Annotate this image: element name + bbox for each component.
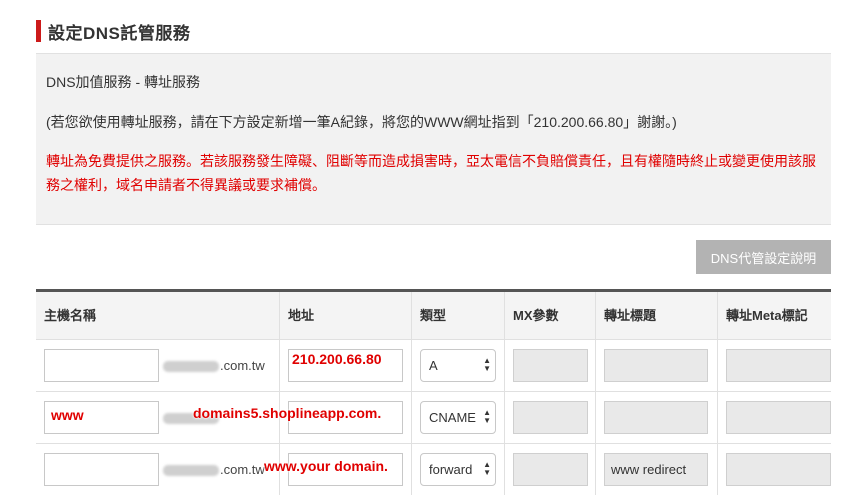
header-mx: MX參數	[505, 292, 596, 339]
section-title: 設定DNS託管服務	[36, 18, 190, 44]
blurred-domain	[163, 361, 219, 373]
info-service-name: DNS加值服務 - 轉址服務	[46, 74, 200, 90]
redirect-meta-input	[726, 401, 831, 434]
redirect-meta-input	[726, 349, 831, 382]
annotation-www: www	[51, 407, 84, 423]
title-accent-bar	[36, 20, 41, 42]
redirect-title-input: www redirect	[604, 453, 708, 486]
dns-help-button[interactable]: DNS代管設定說明	[696, 240, 831, 274]
table-row: .com.tw forward ▲ ▼ www redirect	[36, 444, 831, 495]
header-host: 主機名稱	[36, 292, 280, 339]
select-arrows-icon: ▲ ▼	[483, 356, 491, 373]
annotation-your-domain: www.your domain.	[264, 458, 388, 474]
blurred-domain	[163, 465, 219, 477]
dns-records-table: 主機名稱 地址 類型 MX參數 轉址標題 轉址Meta標記 .com.tw A ▲…	[36, 289, 831, 495]
host-input[interactable]	[44, 453, 159, 486]
redirect-title-input	[604, 349, 708, 382]
info-instructions: (若您欲使用轉址服務，請在下方設定新增一筆A紀錄，將您的WWW網址指到「210.…	[46, 114, 677, 130]
mx-input	[513, 349, 588, 382]
table-row: CNAME ▲ ▼	[36, 392, 831, 444]
info-warning: 轉址為免費提供之服務。若該服務發生障礙、阻斷等而造成損害時，亞太電信不負賠償責任…	[46, 153, 816, 193]
page-title: 設定DNS託管服務	[48, 23, 191, 43]
annotation-ip: 210.200.66.80	[292, 351, 382, 367]
type-select[interactable]: A ▲ ▼	[420, 349, 496, 382]
annotation-cname-target: domains5.shoplineapp.com.	[193, 405, 382, 421]
header-type: 類型	[412, 292, 505, 339]
domain-suffix: .com.tw	[163, 349, 265, 382]
domain-suffix: .com.tw	[163, 453, 265, 486]
mx-input	[513, 401, 588, 434]
select-arrows-icon: ▲ ▼	[483, 460, 491, 477]
table-header-row: 主機名稱 地址 類型 MX參數 轉址標題 轉址Meta標記	[36, 292, 831, 340]
host-input[interactable]	[44, 349, 159, 382]
table-row: .com.tw A ▲ ▼	[36, 340, 831, 392]
redirect-title-input	[604, 401, 708, 434]
header-redirect-meta: 轉址Meta標記	[726, 308, 808, 323]
redirect-meta-input	[726, 453, 831, 486]
header-address: 地址	[280, 292, 412, 339]
info-box: DNS加值服務 - 轉址服務 (若您欲使用轉址服務，請在下方設定新增一筆A紀錄，…	[36, 53, 831, 225]
select-arrows-icon: ▲ ▼	[483, 408, 491, 425]
header-redirect-title: 轉址標題	[596, 292, 718, 339]
mx-input	[513, 453, 588, 486]
type-select[interactable]: forward ▲ ▼	[420, 453, 496, 486]
type-select[interactable]: CNAME ▲ ▼	[420, 401, 496, 434]
